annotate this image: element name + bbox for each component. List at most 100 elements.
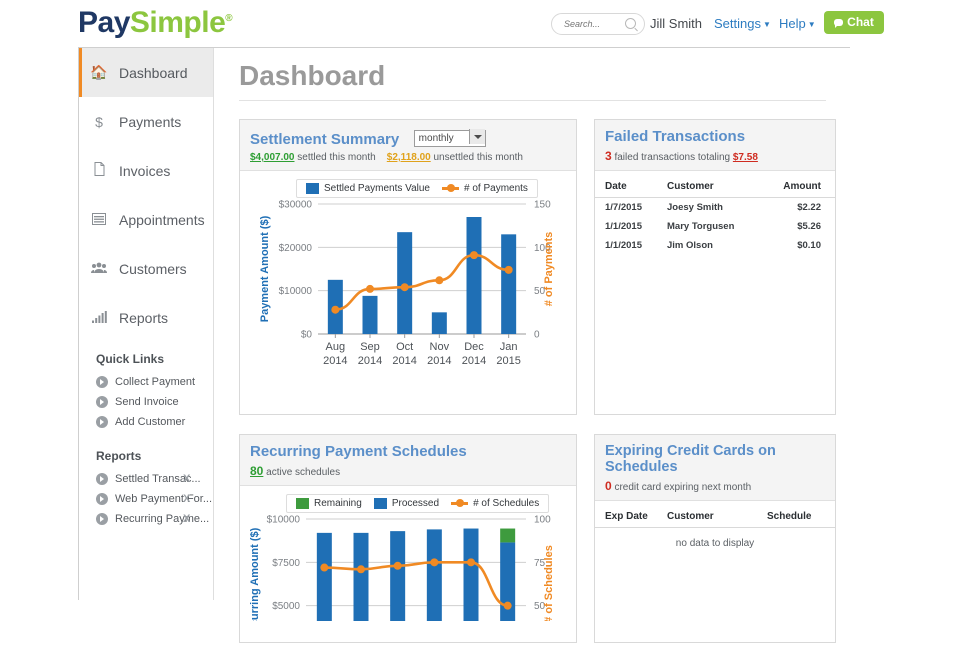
quick-link-collect-payment[interactable]: Collect Payment: [79, 372, 213, 392]
chart-bar[interactable]: [466, 217, 482, 334]
report-link-web-payment-forms[interactable]: Web Payment For... X: [79, 489, 213, 509]
chart-data-point[interactable]: [470, 251, 478, 260]
chart-data-point[interactable]: [320, 563, 329, 572]
sidebar-item-label: Dashboard: [119, 64, 188, 81]
document-icon: [79, 162, 119, 179]
expiring-cards-card: Expiring Credit Cards on Schedules 0 cre…: [594, 434, 836, 643]
chevron-down-icon: ▼: [807, 20, 816, 29]
y-axis-title: Recurring Amount ($): [249, 527, 261, 621]
x-axis-tick-label: Nov: [430, 341, 450, 353]
table-row[interactable]: 1/1/2015 Jim Olson $0.10: [595, 236, 835, 255]
empty-state-text: no data to display: [675, 538, 755, 549]
chart-data-point[interactable]: [435, 276, 444, 285]
search-box[interactable]: [551, 13, 645, 35]
remove-report-button[interactable]: X: [183, 513, 190, 525]
column-header-date: Date: [595, 177, 667, 198]
chart-bar[interactable]: [463, 528, 479, 621]
chart-bar[interactable]: [362, 295, 378, 334]
logo-simple-text: Simple: [129, 6, 226, 39]
legend-item-number-of-payments[interactable]: # of Payments: [442, 183, 528, 194]
chart-data-point[interactable]: [393, 561, 402, 570]
report-link-recurring-payments[interactable]: Recurring Payme... X: [79, 509, 213, 529]
failed-transactions-header: Failed Transactions 3 failed transaction…: [595, 120, 835, 171]
remove-report-button[interactable]: X: [183, 493, 190, 505]
chart-bar[interactable]: [426, 529, 442, 621]
report-link-settled-transactions[interactable]: Settled Transac... X: [79, 469, 213, 489]
app-frame: 🏠 Dashboard $ Payments Invoices Appointm…: [78, 47, 850, 643]
people-icon: [79, 261, 119, 277]
sidebar: 🏠 Dashboard $ Payments Invoices Appointm…: [79, 48, 214, 600]
search-input[interactable]: [552, 15, 624, 33]
table-row[interactable]: 1/1/2015 Mary Torgusen $5.26: [595, 217, 835, 236]
chart-line: [323, 561, 509, 607]
paysimple-logo[interactable]: PaySimple®: [78, 6, 233, 40]
chart-bar[interactable]: [500, 528, 516, 543]
chart-data-point[interactable]: [366, 284, 374, 293]
failed-total[interactable]: $7.58: [733, 152, 758, 163]
x-axis-tick-label: Oct: [396, 341, 413, 353]
legend-item-settled-payments-value[interactable]: Settled Payments Value: [306, 183, 430, 194]
column-header-exp-date: Exp Date: [595, 507, 667, 528]
chart-data-point[interactable]: [357, 565, 365, 574]
legend-label: Settled Payments Value: [324, 183, 430, 194]
chart-data-point[interactable]: [430, 558, 439, 567]
sidebar-item-label: Appointments: [119, 211, 205, 228]
chart-data-point[interactable]: [331, 305, 340, 314]
dashboard-row-1: Settlement Summary monthly $4,007.00 set…: [239, 119, 836, 415]
y-axis-title: Payment Amount ($): [259, 215, 271, 322]
remove-report-button[interactable]: X: [183, 473, 190, 485]
x-axis-tick-label: 2014: [392, 355, 416, 367]
sidebar-item-appointments[interactable]: Appointments: [79, 195, 213, 244]
cell-customer: Joesy Smith: [667, 202, 723, 213]
help-menu[interactable]: Help ▼: [779, 16, 816, 31]
expiring-cards-title: Expiring Credit Cards on Schedules: [605, 443, 776, 475]
sidebar-item-reports[interactable]: Reports: [79, 293, 213, 342]
cell-date: 1/7/2015: [605, 202, 642, 213]
quick-link-send-invoice[interactable]: Send Invoice: [79, 392, 213, 412]
chart-bar[interactable]: [431, 312, 447, 334]
legend-item-processed[interactable]: Processed: [373, 498, 439, 509]
recurring-chart-area: Remaining Processed # of Schedules $5000…: [240, 486, 576, 621]
chart-bar[interactable]: [353, 532, 369, 621]
chart-data-point[interactable]: [400, 283, 409, 292]
cell-date: 1/1/2015: [605, 240, 642, 251]
report-link-label: Recurring Payme...: [115, 513, 210, 525]
active-schedules-label: active schedules: [266, 467, 341, 478]
top-bar: PaySimple® Jill Smith Settings▼ Help▼ Ch…: [0, 0, 960, 47]
sidebar-item-label: Reports: [119, 309, 169, 326]
table-header-row: Exp Date Customer Schedule: [595, 507, 835, 528]
sidebar-item-label: Invoices: [119, 162, 171, 179]
failed-transactions-body-rows: 1/7/2015 Joesy Smith $2.22 1/1/2015 Mary Tor…: [595, 198, 835, 256]
user-name[interactable]: Jill Smith: [650, 16, 702, 31]
quick-link-add-customer[interactable]: Add Customer: [79, 412, 213, 432]
chart-data-point[interactable]: [467, 558, 475, 567]
sidebar-item-customers[interactable]: Customers: [79, 244, 213, 293]
chart-bar[interactable]: [501, 234, 517, 334]
chart-data-point[interactable]: [503, 601, 512, 610]
legend-swatch-bar: [306, 183, 319, 194]
recurring-chart-legend: Remaining Processed # of Schedules: [286, 494, 550, 513]
x-axis-tick-label: 2014: [427, 355, 451, 367]
chart-data-point[interactable]: [504, 265, 513, 274]
unsettled-amount[interactable]: $2,118.00: [387, 152, 431, 163]
search-icon: [625, 18, 636, 29]
y-axis-tick-label: $30000: [279, 200, 313, 211]
sidebar-item-payments[interactable]: $ Payments: [79, 97, 213, 146]
legend-item-number-of-schedules[interactable]: # of Schedules: [451, 498, 539, 509]
settled-amount[interactable]: $4,007.00: [250, 152, 295, 163]
legend-item-remaining[interactable]: Remaining: [296, 498, 362, 509]
settings-menu[interactable]: Settings ▼: [714, 16, 771, 31]
period-select[interactable]: monthly: [413, 130, 486, 147]
active-schedules-count[interactable]: 80: [250, 464, 263, 478]
sidebar-item-dashboard[interactable]: 🏠 Dashboard: [79, 48, 213, 97]
table-row[interactable]: 1/7/2015 Joesy Smith $2.22: [595, 198, 835, 218]
chat-button[interactable]: Chat: [824, 11, 884, 34]
dashboard-row-2: Recurring Payment Schedules 80 active sc…: [239, 434, 836, 643]
chart-bar[interactable]: [390, 531, 406, 621]
chart-bar[interactable]: [397, 232, 413, 334]
expiring-cards-body: Exp Date Customer Schedule no data to di…: [595, 507, 835, 642]
period-select-wrapper[interactable]: monthly: [413, 128, 486, 147]
chart-bar[interactable]: [316, 532, 332, 621]
sidebar-item-invoices[interactable]: Invoices: [79, 146, 213, 195]
cell-amount: $5.26: [797, 221, 821, 232]
